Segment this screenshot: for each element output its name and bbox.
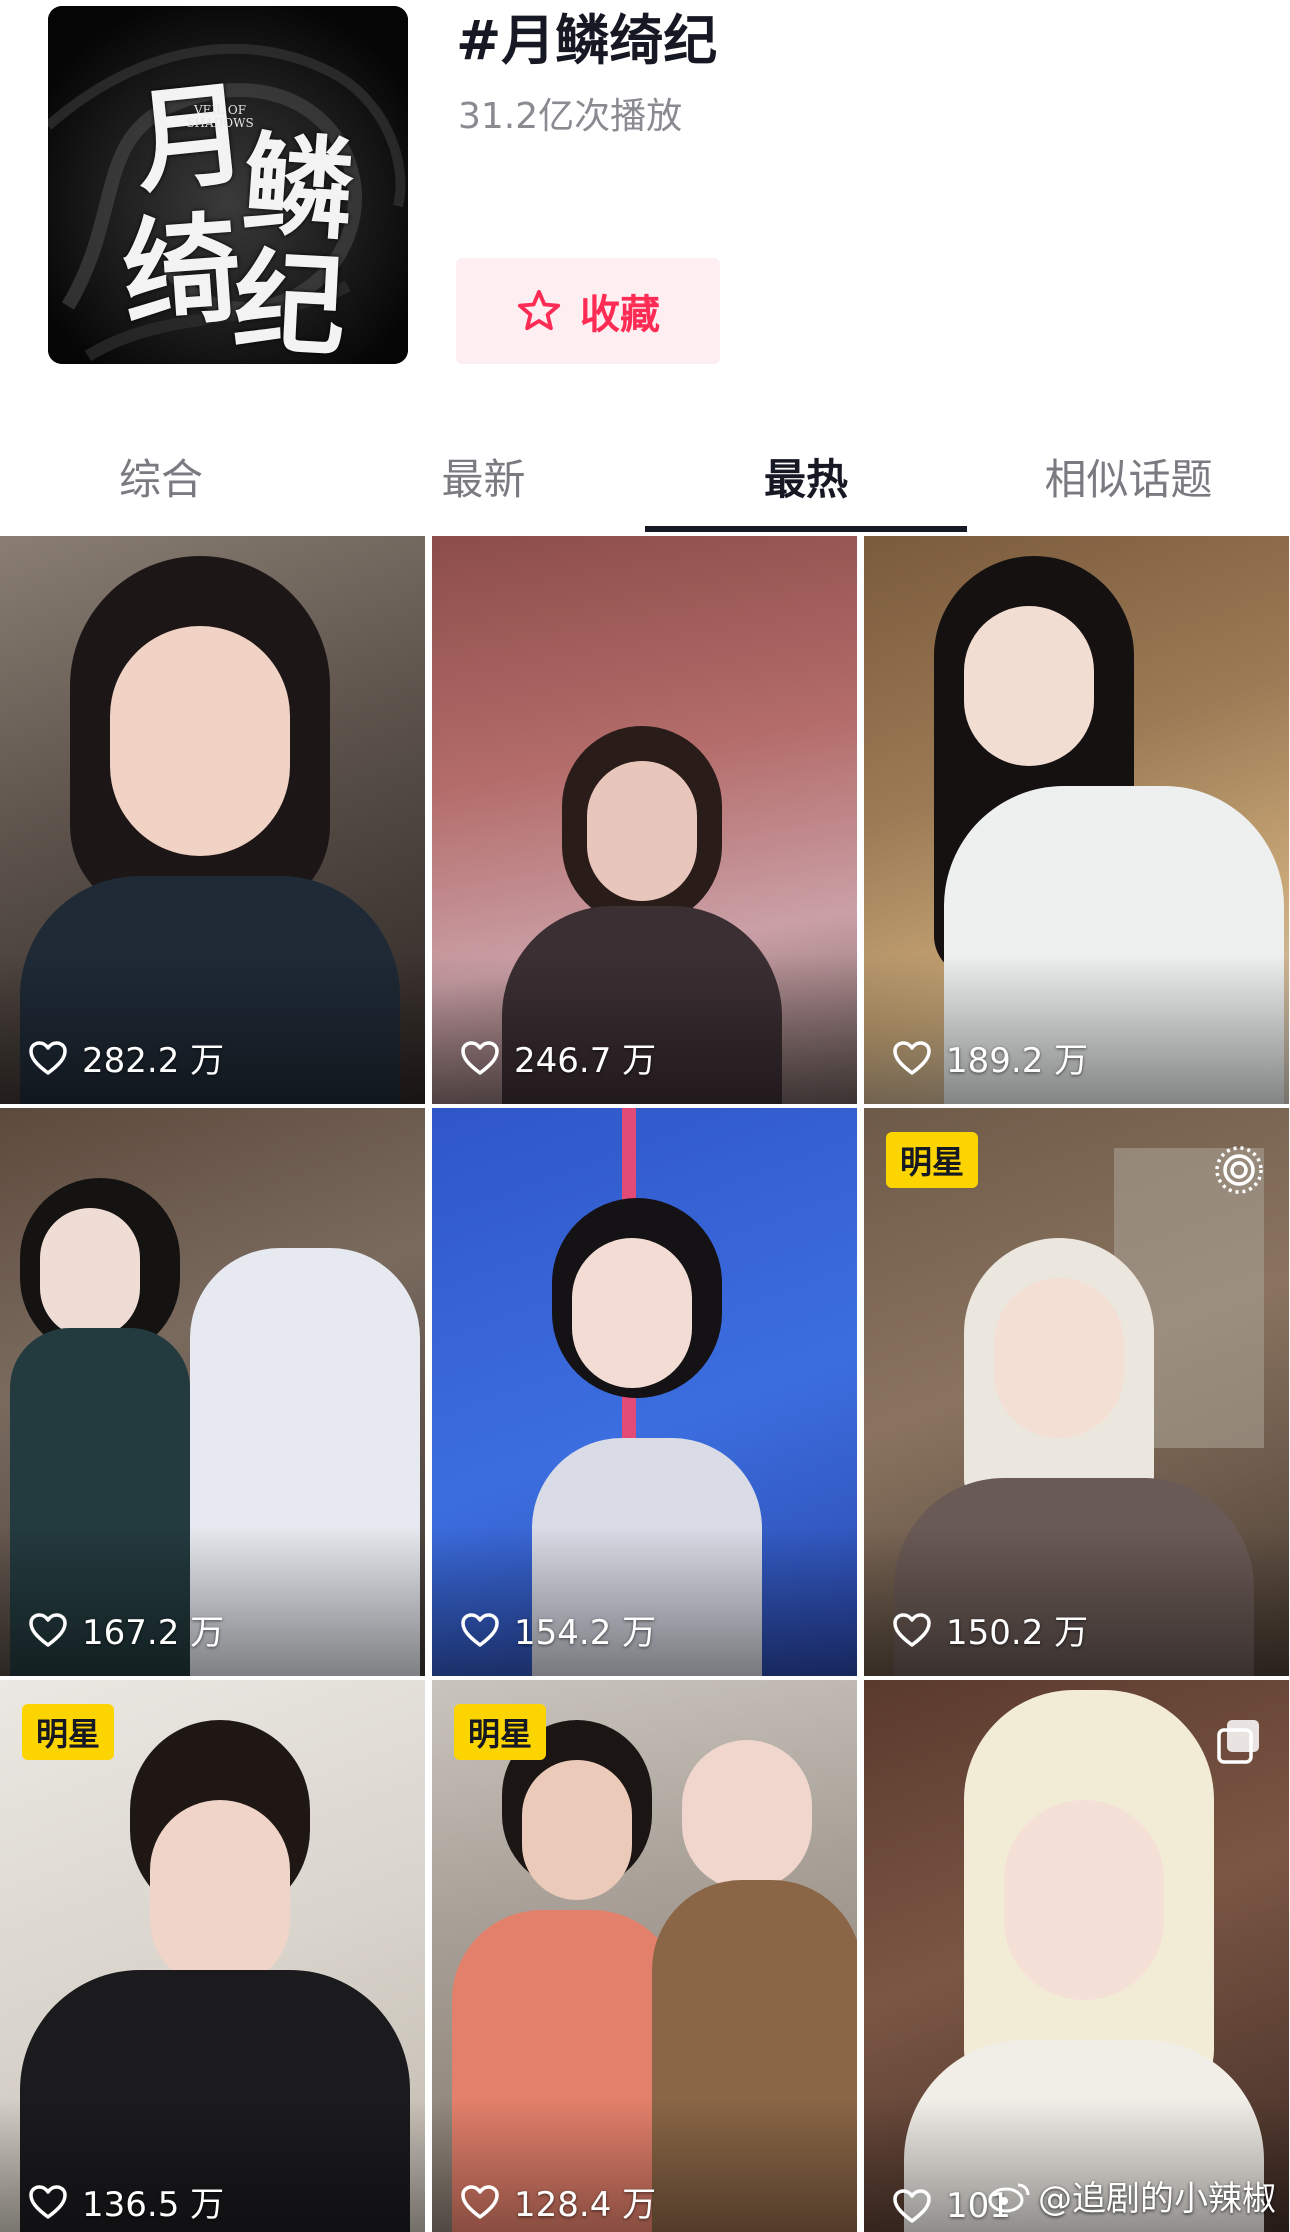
tab-latest[interactable]: 最新	[322, 420, 645, 532]
heart-icon	[29, 1040, 67, 1075]
heart-icon	[461, 2184, 499, 2219]
tab-hottest[interactable]: 最热	[645, 420, 967, 532]
like-count: 154.2 万	[460, 1605, 656, 1654]
star-badge: 明星	[454, 1704, 547, 1760]
video-card[interactable]: 189.2 万	[864, 536, 1289, 1104]
like-count-text: 189.2 万	[946, 1041, 1089, 1081]
tab-comprehensive[interactable]: 综合	[0, 420, 322, 532]
heart-icon	[893, 2189, 931, 2223]
tab-similar-topics[interactable]: 相似话题	[967, 420, 1290, 532]
topic-tabs: 综合 最新 最热 相似话题	[0, 420, 1290, 532]
video-card[interactable]: 明星 150.2 万	[864, 1108, 1289, 1676]
video-card[interactable]: 154.2 万	[432, 1108, 857, 1676]
star-badge: 明星	[22, 1704, 115, 1760]
topic-title: #月鳞绮纪	[456, 9, 718, 72]
like-count-text: 246.7 万	[514, 1041, 657, 1081]
like-count: 128.4 万	[460, 2177, 656, 2226]
like-count: 246.7 万	[460, 1033, 656, 1082]
watermark-text: @追剧的小辣椒	[1038, 2179, 1276, 2219]
cover-calligraphy-char: 纪	[230, 236, 349, 364]
cover-english-title: VEIL OF SHADOWS	[186, 103, 254, 130]
play-count: 31.2亿次播放	[458, 96, 683, 137]
video-card[interactable]: 246.7 万	[432, 536, 857, 1104]
favorite-button[interactable]: 收藏	[456, 258, 720, 364]
topic-cover-image[interactable]: 月 鳞 绮 纪 VEIL OF SHADOWS	[48, 6, 408, 364]
heart-icon	[893, 1040, 931, 1075]
video-card[interactable]: 101	[864, 1680, 1289, 2232]
like-count: 150.2 万	[892, 1605, 1088, 1654]
video-card[interactable]: 167.2 万	[0, 1108, 425, 1676]
favorite-label: 收藏	[580, 292, 660, 338]
video-card[interactable]: 282.2 万	[0, 536, 425, 1104]
like-count-text: 150.2 万	[946, 1613, 1089, 1653]
heart-icon	[29, 1612, 67, 1647]
live-photo-icon	[1215, 1146, 1263, 1194]
weibo-logo-icon	[988, 2183, 1030, 2212]
active-tab-indicator	[645, 526, 967, 532]
heart-icon	[29, 2184, 67, 2219]
star-badge: 明星	[886, 1132, 979, 1188]
like-count-text: 136.5 万	[82, 2185, 225, 2225]
star-icon	[517, 289, 561, 331]
like-count-text: 282.2 万	[82, 1041, 225, 1081]
like-count: 136.5 万	[28, 2177, 224, 2226]
like-count-text: 154.2 万	[514, 1613, 657, 1653]
like-count: 167.2 万	[28, 1605, 224, 1654]
video-card[interactable]: 明星 136.5 万	[0, 1680, 425, 2232]
like-count-text: 167.2 万	[82, 1613, 225, 1653]
cover-calligraphy-char: 绮	[117, 198, 246, 345]
video-card[interactable]: 明星 128.4 万	[432, 1680, 857, 2232]
multi-image-icon	[1217, 1720, 1259, 1764]
heart-icon	[461, 1040, 499, 1075]
like-count-text: 128.4 万	[514, 2185, 657, 2225]
watermark: @追剧的小辣椒	[988, 2171, 1276, 2220]
like-count: 189.2 万	[892, 1033, 1088, 1082]
like-count: 282.2 万	[28, 1033, 224, 1082]
heart-icon	[461, 1612, 499, 1647]
heart-icon	[893, 1612, 931, 1647]
